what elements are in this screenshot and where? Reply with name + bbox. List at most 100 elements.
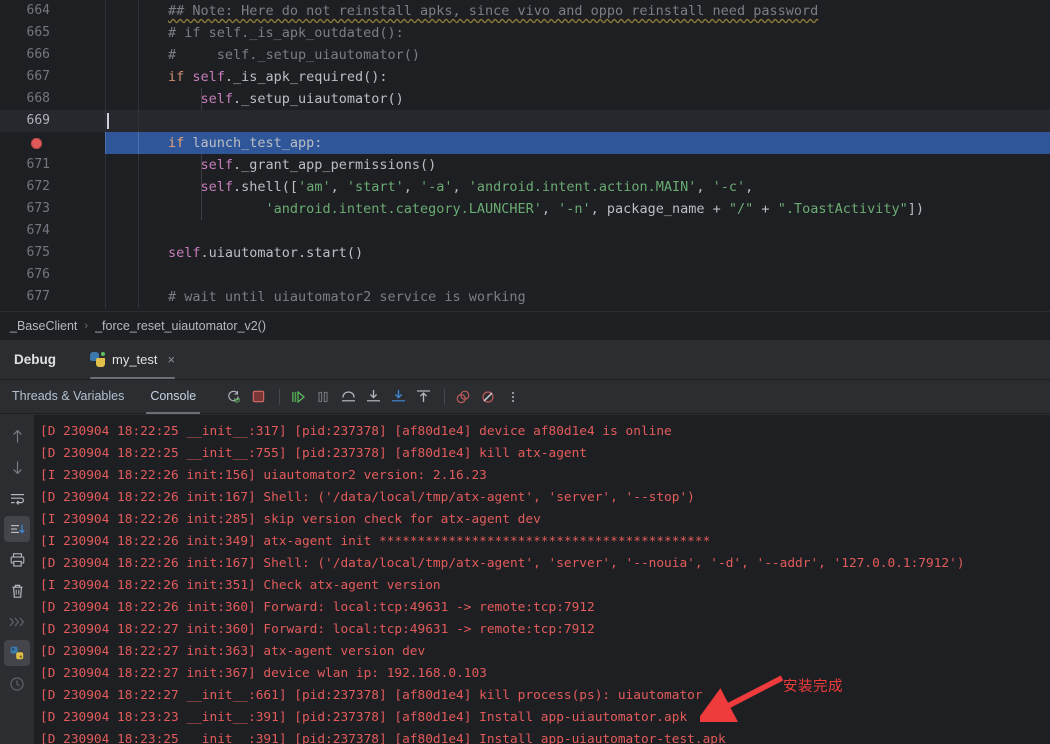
code-line[interactable]: 668 self._setup_uiautomator() [0,88,1050,110]
pause-icon[interactable] [312,386,334,408]
stop-icon[interactable] [247,386,269,408]
fold-divider [138,220,139,242]
code-token: ".ToastActivity" [777,201,908,217]
console-log-line: [I 230904 18:22:26 init:351] Check atx-a… [40,578,441,593]
code-token: ._setup_uiautomator() [233,91,404,107]
code-token: ## Note: Here do not reinstall apks, sin… [168,3,819,19]
python-icon [90,352,105,367]
step-out-icon[interactable] [412,386,434,408]
code-token: + [712,201,721,217]
code-editor[interactable]: 664 ## Note: Here do not reinstall apks, … [0,0,1050,311]
code-line[interactable]: 677 # wait until uiautomator2 service is … [0,286,1050,308]
gutter-divider [105,220,106,242]
line-number: 672 [26,179,50,194]
gutter-divider [105,264,106,286]
line-number: 668 [26,91,50,106]
ide-window: 664 ## Note: Here do not reinstall apks, … [0,0,1050,744]
fold-divider [138,22,139,44]
console-output[interactable]: [D 230904 18:22:25 __init__:317] [pid:23… [34,415,1050,744]
step-over-icon[interactable] [337,386,359,408]
console-log-line: [D 230904 18:22:25 __init__:755] [pid:23… [40,446,588,461]
console-log-line: [I 230904 18:22:26 init:156] uiautomator… [40,468,487,483]
breadcrumb-item-method[interactable]: _force_reset_uiautomator_v2() [95,319,266,333]
step-into-icon[interactable] [362,386,384,408]
gutter-divider [105,0,106,22]
gutter-divider [105,132,106,154]
fold-divider [138,154,139,176]
scroll-to-end-icon[interactable] [4,516,30,542]
code-token: self [200,179,234,195]
code-token: ._is_apk_required(): [224,69,388,85]
code-token: , [541,201,559,217]
tab-threads-variables[interactable]: Threads & Variables [12,379,124,414]
tab-console[interactable]: Console [146,379,201,414]
line-number: 664 [26,3,50,18]
fold-divider [138,66,139,88]
breakpoint-icon[interactable] [31,138,42,149]
console-log-line: [I 230904 18:22:26 init:285] skip versio… [40,512,541,527]
more-vertical-icon[interactable] [502,386,524,408]
console-log-line: [D 230904 18:23:23 __init__:391] [pid:23… [40,710,688,725]
view-breakpoints-icon[interactable] [452,386,474,408]
trash-icon[interactable] [4,578,30,604]
console-log-line: [D 230904 18:22:25 __init__:317] [pid:23… [40,424,672,439]
gutter-divider [105,286,106,308]
tab-my-test[interactable]: my_test × [86,340,179,379]
rerun-icon[interactable] [222,386,244,408]
arrow-down-icon[interactable] [4,454,30,480]
code-line[interactable]: 666 # self._setup_uiautomator() [0,44,1050,66]
chevrons-right-icon[interactable] [4,609,30,635]
code-line[interactable]: if launch_test_app: [0,132,1050,154]
gutter-divider [105,66,106,88]
fold-divider [138,0,139,22]
console-sidebar-toolbar [0,415,34,744]
code-token: # self._setup_uiautomator() [168,47,420,63]
line-number: 677 [26,289,50,304]
print-icon[interactable] [4,547,30,573]
code-token: self [200,157,234,173]
arrow-up-icon[interactable] [4,423,30,449]
breadcrumb[interactable]: _BaseClient › _force_reset_uiautomator_v… [0,311,1050,339]
code-line[interactable]: 672 self.shell(['am', 'start', '-a', 'an… [0,176,1050,198]
code-line[interactable]: 667 if self._is_apk_required(): [0,66,1050,88]
console-area: [D 230904 18:22:25 __init__:317] [pid:23… [0,415,1050,744]
console-log-line: [D 230904 18:22:27 init:367] device wlan… [40,666,487,681]
code-line[interactable]: 675 self.uiautomator.start() [0,242,1050,264]
code-token: .shell([ [233,179,299,195]
fold-divider [138,264,139,286]
line-number: 667 [26,69,50,84]
code-line[interactable]: 665 # if self._is_apk_outdated(): [0,22,1050,44]
code-line[interactable]: 671 self._grant_app_permissions() [0,154,1050,176]
python-console-icon[interactable] [4,640,30,666]
code-rows[interactable]: 664 ## Note: Here do not reinstall apks, … [0,0,1050,308]
code-line[interactable]: 673 'android.intent.category.LAUNCHER', … [0,198,1050,220]
code-text: self.shell(['am', 'start', '-a', 'androi… [168,176,754,198]
console-log-line: [D 230904 18:22:26 init:167] Shell: ('/d… [40,490,695,505]
line-number: 674 [26,223,50,238]
code-token: "/" [728,201,754,217]
code-line[interactable]: 669 [0,110,1050,132]
code-text: self.uiautomator.start() [168,242,363,264]
fold-divider [138,44,139,66]
close-icon[interactable]: × [168,352,176,367]
console-log-line: [D 230904 18:22:26 init:167] Shell: ('/d… [40,556,965,571]
line-number: 671 [26,157,50,172]
code-line[interactable]: 664 ## Note: Here do not reinstall apks, … [0,0,1050,22]
resume-icon[interactable] [287,386,309,408]
code-line[interactable]: 676 [0,264,1050,286]
breadcrumb-item-class[interactable]: _BaseClient [10,319,77,333]
fold-divider [138,110,139,132]
code-text: # if self._is_apk_outdated(): [168,22,404,44]
code-token: , [330,179,347,195]
code-line[interactable]: 674 [0,220,1050,242]
force-step-into-icon[interactable] [387,386,409,408]
fold-divider [138,286,139,308]
code-token: ]) [907,201,924,217]
soft-wrap-icon[interactable] [4,485,30,511]
code-token: self [200,91,234,107]
clock-icon[interactable] [4,671,30,697]
mute-breakpoints-icon[interactable] [477,386,499,408]
